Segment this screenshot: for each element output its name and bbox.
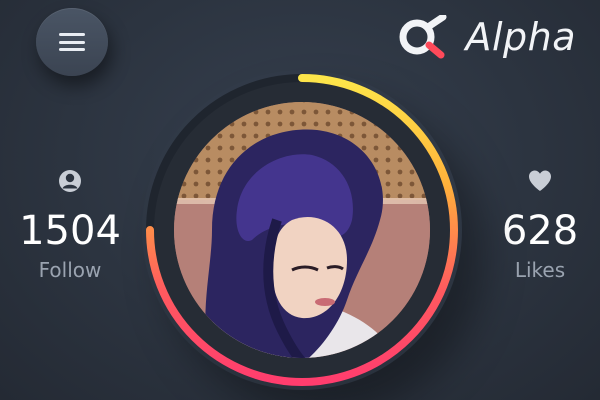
brand-name: Alpha xyxy=(465,15,576,59)
likes-stat[interactable]: 628 Likes xyxy=(480,168,600,282)
profile-screen: { "header": { "menu_icon": "hamburger-ic… xyxy=(0,0,600,400)
heart-icon xyxy=(480,168,600,194)
hamburger-icon xyxy=(59,33,85,51)
menu-button[interactable] xyxy=(36,8,108,76)
user-icon xyxy=(10,168,130,194)
follow-label: Follow xyxy=(38,258,102,282)
alpha-symbol-icon xyxy=(399,15,447,59)
follow-count: 1504 xyxy=(19,208,121,254)
likes-label: Likes xyxy=(514,258,566,282)
brand-logo: Alpha xyxy=(395,14,576,60)
likes-count: 628 xyxy=(501,208,579,254)
profile-avatar-ring[interactable] xyxy=(142,70,462,390)
follow-stat[interactable]: 1504 Follow xyxy=(10,168,130,282)
